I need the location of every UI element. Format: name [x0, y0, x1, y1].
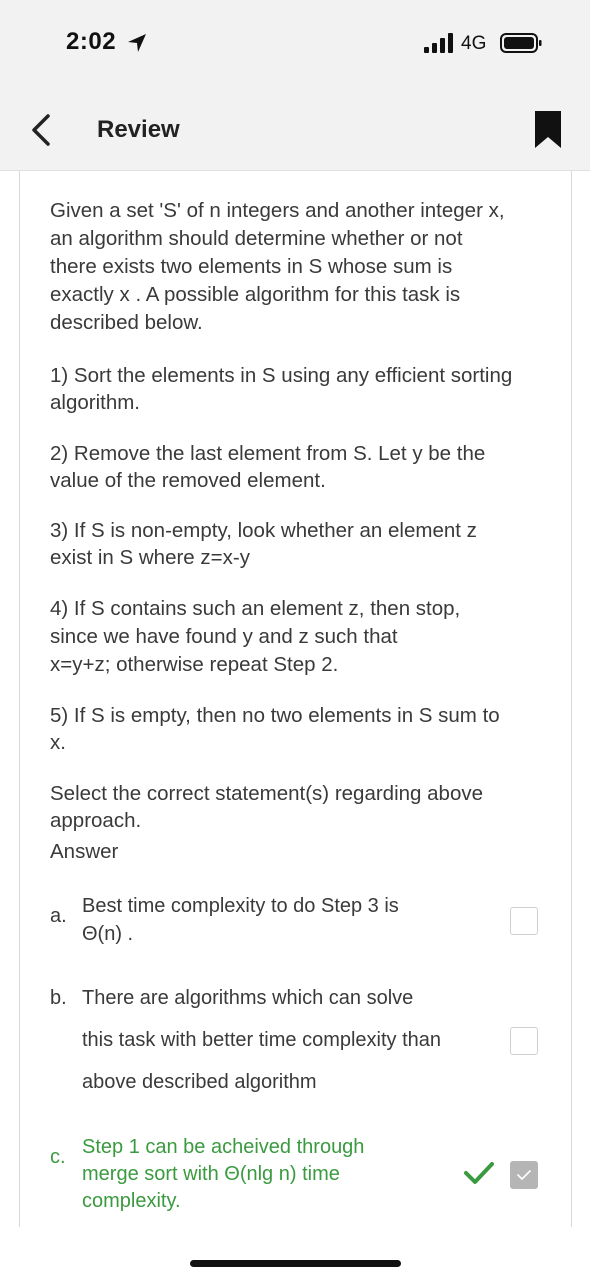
step-line: 1) Sort the elements in S using any effi… — [50, 364, 513, 387]
option-b-checkbox[interactable] — [510, 1027, 538, 1055]
question-line: described below. — [50, 311, 203, 334]
option-letter: b. — [50, 987, 67, 1009]
option-a-checkbox[interactable] — [510, 907, 538, 935]
question-line: Given a set 'S' of n integers and anothe… — [50, 199, 505, 222]
step-line: 2) Remove the last element from S. Let y… — [50, 442, 486, 465]
network-type: 4G — [461, 33, 487, 54]
location-arrow-icon — [128, 34, 146, 52]
step-3: 3) If S is non-empty, look whether an el… — [50, 517, 550, 571]
option-text: above described algorithm — [82, 1071, 317, 1093]
step-line: since we have found y and z such that — [50, 625, 398, 648]
option-letter: a. — [50, 905, 67, 927]
question-line: there exists two elements in S whose sum… — [50, 255, 453, 278]
option-text: merge sort with Θ(nlg n) time — [82, 1163, 340, 1185]
step-line: x=y+z; otherwise repeat Step 2. — [50, 653, 339, 676]
prompt-line: Select the correct statement(s) regardin… — [50, 782, 483, 805]
back-chevron-icon[interactable] — [26, 110, 56, 150]
step-line: 3) If S is non-empty, look whether an el… — [50, 519, 477, 542]
signal-icon — [424, 33, 453, 53]
question-prompt: Select the correct statement(s) regardin… — [50, 780, 550, 834]
prompt-line: approach. — [50, 809, 142, 832]
bookmark-icon[interactable] — [534, 110, 562, 150]
step-4: 4) If S contains such an element z, then… — [50, 595, 550, 679]
step-line: exist in S where z=x-y — [50, 546, 250, 569]
step-2: 2) Remove the last element from S. Let y… — [50, 440, 550, 494]
question-intro: Given a set 'S' of n integers and anothe… — [50, 197, 550, 337]
status-bar: 2:02 4G — [0, 0, 590, 90]
step-line: 4) If S contains such an element z, then… — [50, 597, 461, 620]
answer-label: Answer — [50, 840, 119, 863]
page-title: Review — [97, 116, 180, 143]
question-line: exactly x . A possible algorithm for thi… — [50, 283, 461, 306]
option-text: this task with better time complexity th… — [82, 1029, 442, 1051]
option-text: Step 1 can be acheived through — [82, 1136, 365, 1158]
option-text: There are algorithms which can solve — [82, 987, 414, 1009]
step-5: 5) If S is empty, then no two elements i… — [50, 702, 550, 756]
step-line: algorithm. — [50, 391, 141, 414]
checkbox-check-icon — [517, 1170, 531, 1180]
option-text: Θ(n) . — [82, 923, 134, 945]
nav-bar: Review — [0, 90, 590, 171]
step-line: 5) If S is empty, then no two elements i… — [50, 704, 500, 727]
home-indicator[interactable] — [190, 1260, 401, 1267]
question-line: an algorithm should determine whether or… — [50, 227, 463, 250]
status-time: 2:02 — [66, 28, 117, 55]
checkmark-icon — [464, 1162, 494, 1184]
step-line: x. — [50, 731, 66, 754]
option-c-checkbox[interactable] — [510, 1161, 538, 1189]
step-1: 1) Sort the elements in S using any effi… — [50, 362, 550, 416]
battery-icon — [500, 33, 542, 53]
option-letter: c. — [50, 1146, 66, 1168]
option-text: Best time complexity to do Step 3 is — [82, 895, 399, 917]
step-line: value of the removed element. — [50, 469, 326, 492]
option-text: complexity. — [82, 1190, 181, 1212]
